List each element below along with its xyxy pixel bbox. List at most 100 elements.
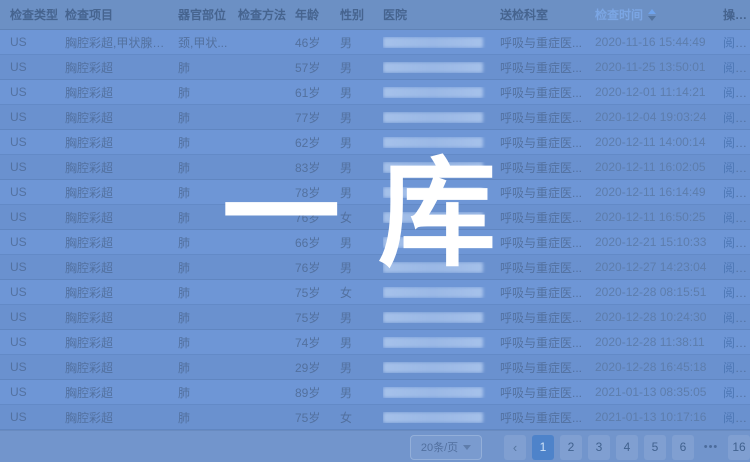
column-header-age[interactable]: 年龄 [295,6,340,23]
cell-gender: 女 [340,284,383,301]
column-header-exam-item[interactable]: 检查项目 [65,6,178,23]
view-images-link[interactable]: 阅片 [723,136,747,150]
page-size-value: 20条/页 [421,439,458,455]
page-button-6[interactable]: 6 [672,435,694,460]
cell-exam-item: 胸腔彩超 [65,359,178,376]
cell-department: 呼吸与重症医... [500,109,595,126]
cell-hospital [383,162,500,173]
column-header-organ[interactable]: 器官部位 [178,6,238,23]
table-row[interactable]: US 胸腔彩超 肺 75岁 女 呼吸与重症医... 2021-01-13 10:… [0,405,750,430]
column-header-exam-type[interactable]: 检查类型 [10,6,65,23]
cell-hospital [383,337,500,348]
prev-page-button[interactable]: ‹ [504,435,526,460]
column-header-method[interactable]: 检查方法 [238,6,295,23]
page-button-1[interactable]: 1 [532,435,554,460]
view-images-link[interactable]: 阅片 [723,111,747,125]
column-header-gender[interactable]: 性别 [340,6,383,23]
cell-organ: 肺 [178,409,238,426]
view-images-link[interactable]: 阅片 [723,336,747,350]
pagination-bar: 20条/页 ‹ 123456 ••• 16 [0,430,750,462]
table-row[interactable]: US 胸腔彩超 肺 66岁 男 呼吸与重症医... 2020-12-21 15:… [0,230,750,255]
column-header-exam-time[interactable]: 检查时间 [595,6,723,23]
cell-exam-time: 2020-12-11 16:14:49 [595,185,723,199]
cell-department: 呼吸与重症医... [500,384,595,401]
cell-department: 呼吸与重症医... [500,159,595,176]
view-images-link[interactable]: 阅片 [723,61,747,75]
more-pages-button[interactable]: ••• [700,435,722,460]
table-row[interactable]: US 胸腔彩超 肺 77岁 男 呼吸与重症医... 2020-12-04 19:… [0,105,750,130]
cell-hospital [383,237,500,248]
cell-department: 呼吸与重症医... [500,184,595,201]
cell-exam-time: 2020-12-27 14:23:04 [595,260,723,274]
view-images-link[interactable]: 阅片 [723,236,747,250]
cell-gender: 男 [340,59,383,76]
cell-hospital [383,412,500,423]
cell-exam-item: 胸腔彩超 [65,309,178,326]
table-row[interactable]: US 胸腔彩超 肺 83岁 男 呼吸与重症医... 2020-12-11 16:… [0,155,750,180]
cell-action: 阅片 [723,159,750,176]
cell-age: 75岁 [295,284,340,301]
table-row[interactable]: US 胸腔彩超 肺 57岁 男 呼吸与重症医... 2020-11-25 13:… [0,55,750,80]
page-button-5[interactable]: 5 [644,435,666,460]
cell-age: 76岁 [295,209,340,226]
table-row[interactable]: US 胸腔彩超 肺 89岁 男 呼吸与重症医... 2021-01-13 08:… [0,380,750,405]
column-header-hospital[interactable]: 医院 [383,6,500,23]
table-row[interactable]: US 胸腔彩超 肺 74岁 男 呼吸与重症医... 2020-12-28 11:… [0,330,750,355]
cell-exam-item: 胸腔彩超 [65,59,178,76]
redacted-hospital-name [383,362,483,373]
cell-gender: 男 [340,159,383,176]
cell-hospital [383,62,500,73]
last-page-button[interactable]: 16 [728,435,750,460]
view-images-link[interactable]: 阅片 [723,186,747,200]
table-row[interactable]: US 胸腔彩超 肺 78岁 男 呼吸与重症医... 2020-12-11 16:… [0,180,750,205]
cell-age: 83岁 [295,159,340,176]
cell-hospital [383,287,500,298]
cell-department: 呼吸与重症医... [500,209,595,226]
sort-carets-icon[interactable] [648,9,656,21]
exam-time-header-label: 检查时间 [595,6,643,23]
cell-exam-time: 2020-12-28 10:24:30 [595,310,723,324]
cell-gender: 男 [340,184,383,201]
table-row[interactable]: US 胸腔彩超 肺 76岁 女 呼吸与重症医... 2020-12-11 16:… [0,205,750,230]
view-images-link[interactable]: 阅片 [723,36,747,50]
view-images-link[interactable]: 阅片 [723,86,747,100]
cell-exam-time: 2020-12-11 16:02:05 [595,160,723,174]
cell-exam-item: 胸腔彩超 [65,184,178,201]
cell-exam-type: US [10,60,65,74]
column-header-department[interactable]: 送检科室 [500,6,595,23]
cell-organ: 肺 [178,184,238,201]
table-row[interactable]: US 胸腔彩超 肺 76岁 男 呼吸与重症医... 2020-12-27 14:… [0,255,750,280]
view-images-link[interactable]: 阅片 [723,286,747,300]
view-images-link[interactable]: 阅片 [723,386,747,400]
view-images-link[interactable]: 阅片 [723,361,747,375]
cell-organ: 肺 [178,159,238,176]
page-size-select[interactable]: 20条/页 [410,435,482,460]
redacted-hospital-name [383,312,483,323]
cell-exam-type: US [10,185,65,199]
view-images-link[interactable]: 阅片 [723,261,747,275]
cell-department: 呼吸与重症医... [500,359,595,376]
cell-action: 阅片 [723,234,750,251]
table-row[interactable]: US 胸腔彩超,甲状腺彩超 颈,甲状... 46岁 男 呼吸与重症医... 20… [0,30,750,55]
cell-exam-type: US [10,385,65,399]
cell-exam-time: 2020-12-28 16:45:18 [595,360,723,374]
table-row[interactable]: US 胸腔彩超 肺 62岁 男 呼吸与重症医... 2020-12-11 14:… [0,130,750,155]
page-button-2[interactable]: 2 [560,435,582,460]
page-button-4[interactable]: 4 [616,435,638,460]
cell-action: 阅片 [723,384,750,401]
table-row[interactable]: US 胸腔彩超 肺 29岁 男 呼吸与重症医... 2020-12-28 16:… [0,355,750,380]
view-images-link[interactable]: 阅片 [723,411,747,425]
cell-exam-item: 胸腔彩超 [65,84,178,101]
view-images-link[interactable]: 阅片 [723,311,747,325]
cell-age: 57岁 [295,59,340,76]
table-row[interactable]: US 胸腔彩超 肺 75岁 女 呼吸与重症医... 2020-12-28 08:… [0,280,750,305]
table-row[interactable]: US 胸腔彩超 肺 75岁 男 呼吸与重症医... 2020-12-28 10:… [0,305,750,330]
sort-ascending-icon [648,9,656,14]
page-button-3[interactable]: 3 [588,435,610,460]
cell-hospital [383,37,500,48]
view-images-link[interactable]: 阅片 [723,211,747,225]
cell-exam-type: US [10,35,65,49]
view-images-link[interactable]: 阅片 [723,161,747,175]
cell-exam-item: 胸腔彩超 [65,134,178,151]
table-row[interactable]: US 胸腔彩超 肺 61岁 男 呼吸与重症医... 2020-12-01 11:… [0,80,750,105]
